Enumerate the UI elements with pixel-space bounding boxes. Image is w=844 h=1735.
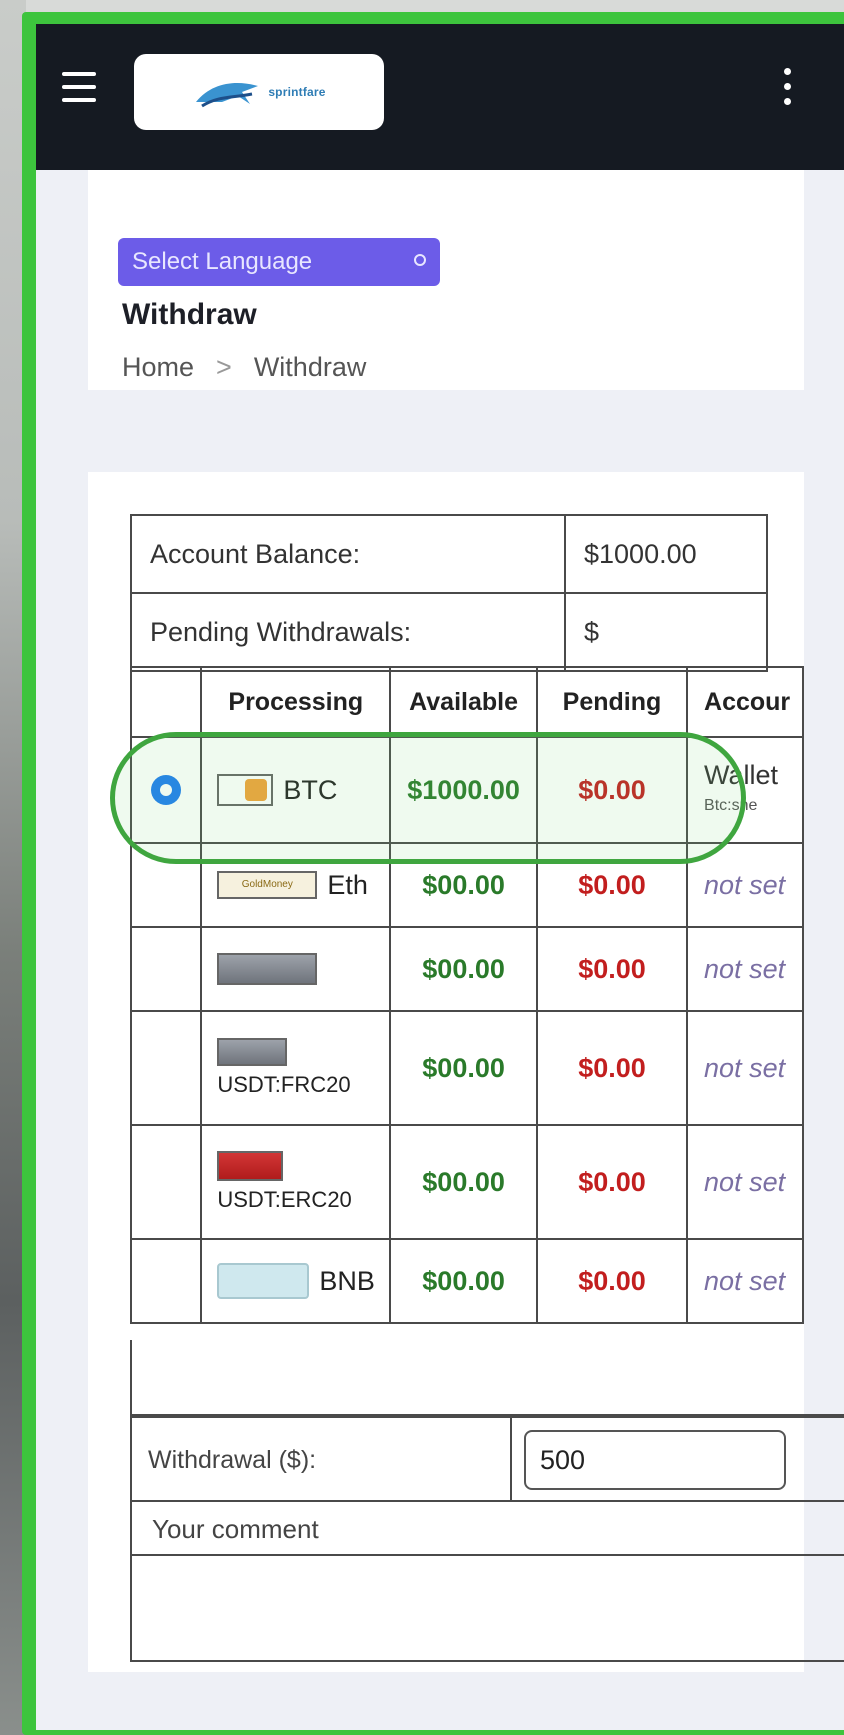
processor-cell: USDT:FRC20 (200, 1010, 392, 1126)
account-balance-label: Account Balance: (130, 514, 566, 594)
account-status: not set (686, 926, 804, 1012)
radio-cell[interactable] (129, 1124, 203, 1240)
account-address: Btc:sne (704, 796, 758, 814)
radio-cell[interactable] (129, 736, 203, 844)
account-status: not set (686, 1124, 804, 1240)
processor-radio-selected[interactable] (151, 775, 182, 805)
withdrawal-amount-input[interactable] (524, 1430, 786, 1490)
processor-cell: GoldMoney Eth (200, 842, 392, 928)
hamburger-menu-icon[interactable] (62, 72, 96, 102)
processor-name: USDT:ERC20 (217, 1187, 352, 1212)
breadcrumb-separator: > (216, 352, 232, 382)
radio-column-header (129, 666, 203, 738)
available-amount: $00.00 (389, 842, 538, 928)
processor-cell: BTC (200, 736, 392, 844)
breadcrumb-current: Withdraw (253, 352, 367, 382)
account-cell: Wallet Btc:sne (686, 736, 804, 844)
bnb-logo-icon (217, 1263, 310, 1299)
available-amount: $00.00 (389, 1124, 538, 1240)
goldmoney-logo-icon: GoldMoney (217, 871, 318, 899)
available-amount: $1000.00 (389, 736, 538, 844)
pending-withdrawals-value: $ (564, 592, 768, 672)
page-header-card: Select Language Withdraw Home > Withdraw (88, 170, 804, 390)
account-status: not set (686, 1010, 804, 1126)
pending-amount: $0.00 (535, 926, 689, 1012)
radio-cell[interactable] (129, 1238, 203, 1324)
usdt-logo-icon (217, 1038, 288, 1066)
withdrawal-label: Withdrawal ($): (148, 1446, 317, 1474)
table-row[interactable]: $00.00 $0.00 not set (129, 926, 804, 1012)
usdt-red-logo-icon (217, 1151, 284, 1181)
pending-amount: $0.00 (535, 1010, 689, 1126)
airplane-logo-icon (196, 83, 259, 108)
app-screen: sprintfare Select Language Withdraw Home… (36, 24, 844, 1730)
more-options-icon[interactable] (780, 68, 794, 106)
select-language-label: Select Language (132, 248, 313, 275)
pending-amount: $0.00 (535, 1124, 689, 1240)
cell-divider (510, 1418, 512, 1502)
processor-name: BTC (283, 774, 338, 805)
processor-cell (200, 926, 392, 1012)
processor-cell: USDT:ERC20 (200, 1124, 392, 1240)
processors-table: Processing Available Pending Accour BTC … (129, 666, 804, 1324)
account-label: Wallet (704, 759, 779, 790)
radio-cell[interactable] (129, 926, 203, 1012)
pending-amount: $0.00 (535, 736, 689, 844)
processor-name: BNB (319, 1265, 375, 1296)
radio-cell[interactable] (129, 1010, 203, 1126)
logo-text: sprintfare (268, 85, 326, 99)
comment-textarea[interactable] (132, 1558, 844, 1662)
pending-amount: $0.00 (535, 1238, 689, 1324)
pending-withdrawals-label: Pending Withdrawals: (130, 592, 566, 672)
dropdown-indicator-icon (414, 254, 426, 266)
page-title: Withdraw (122, 298, 257, 331)
account-status: not set (686, 1238, 804, 1324)
header-processing: Processing (200, 666, 392, 738)
header-available: Available (389, 666, 538, 738)
table-row[interactable]: BTC $1000.00 $0.00 Wallet Btc:sne (129, 736, 804, 844)
table-row[interactable]: BNB $00.00 $0.00 not set (129, 1238, 804, 1324)
header-pending: Pending (535, 666, 689, 738)
radio-cell[interactable] (129, 842, 203, 928)
account-balance-value: $1000.00 (564, 514, 768, 594)
comment-label: Your comment (132, 1502, 844, 1556)
comment-section: Your comment (130, 1502, 844, 1662)
processor-logo-icon (217, 953, 318, 985)
processor-name: Eth (327, 869, 368, 900)
available-amount: $00.00 (389, 1010, 538, 1126)
available-amount: $00.00 (389, 926, 538, 1012)
top-navbar: sprintfare (36, 24, 844, 170)
select-language-button[interactable]: Select Language (118, 238, 440, 286)
breadcrumb: Home > Withdraw (122, 352, 366, 383)
withdraw-card: Account Balance: $1000.00 Pending Withdr… (88, 472, 844, 1672)
balance-table: Account Balance: $1000.00 Pending Withdr… (130, 514, 768, 672)
breadcrumb-home[interactable]: Home (122, 352, 194, 382)
table-row[interactable]: USDT:FRC20 $00.00 $0.00 not set (129, 1010, 804, 1126)
withdrawal-amount-row: Withdrawal ($): (130, 1416, 844, 1502)
site-logo[interactable]: sprintfare (134, 54, 384, 130)
btc-logo-icon (217, 774, 274, 806)
header-account: Accour (686, 666, 804, 738)
table-row[interactable]: GoldMoney Eth $00.00 $0.00 not set (129, 842, 804, 928)
spacer-row (130, 1340, 844, 1416)
processor-name: USDT:FRC20 (217, 1072, 351, 1097)
account-status: not set (686, 842, 804, 928)
processor-cell: BNB (200, 1238, 392, 1324)
table-row[interactable]: USDT:ERC20 $00.00 $0.00 not set (129, 1124, 804, 1240)
pending-amount: $0.00 (535, 842, 689, 928)
available-amount: $00.00 (389, 1238, 538, 1324)
